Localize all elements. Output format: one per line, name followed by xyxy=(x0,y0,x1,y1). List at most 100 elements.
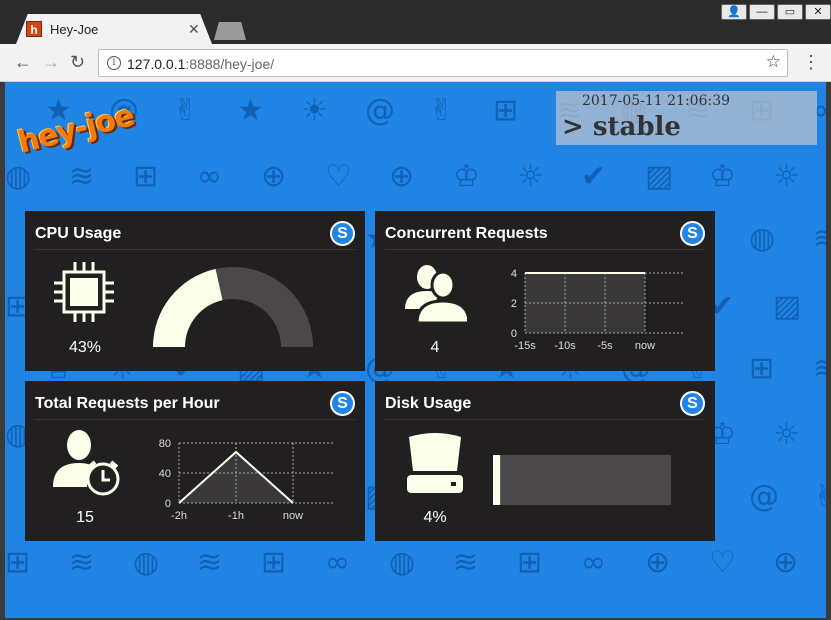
close-window-button[interactable]: ✕ xyxy=(805,4,831,20)
background-icon: @ xyxy=(365,93,395,128)
back-icon[interactable]: ← xyxy=(14,52,32,73)
background-icon: ♡ xyxy=(709,545,736,580)
background-icon: ≋ xyxy=(453,545,479,580)
browser-titlebar: h Hey-Joe ✕ 👤 — ▭ ✕ xyxy=(0,0,831,44)
gauge-value-arc xyxy=(153,268,223,347)
background-icon: ⊞ xyxy=(5,545,31,580)
status-text: > stable xyxy=(562,112,681,142)
concurrent-card: Concurrent Requests S 4 0 2 4 -15s -10s -5s no… xyxy=(375,211,715,371)
background-icon: ♔ xyxy=(709,159,736,194)
bookmark-star-icon[interactable]: ☆ xyxy=(766,52,781,72)
y-tick-label: 80 xyxy=(159,438,171,450)
disk-bar-fill xyxy=(493,455,501,505)
background-icon: ◍ xyxy=(133,545,160,580)
background-icon: ⊞ xyxy=(517,545,543,580)
background-icon: ▨ xyxy=(773,289,802,324)
background-icon: ∞ xyxy=(197,159,222,194)
x-tick-label: -15s xyxy=(514,340,536,352)
background-icon: ≋ xyxy=(69,545,95,580)
cpu-icon xyxy=(54,262,114,322)
address-bar[interactable]: i 127.0.0.1:8888/hey-joe/ ☆ xyxy=(98,49,788,77)
tab-close-icon[interactable]: ✕ xyxy=(188,21,200,38)
concurrent-value: 4 xyxy=(430,339,440,356)
favicon: h xyxy=(26,21,42,37)
x-tick-label: -2h xyxy=(171,510,187,522)
cpu-gauge xyxy=(153,267,313,347)
card-title: Concurrent Requests xyxy=(385,225,548,242)
browser-menu-icon[interactable]: ⋮ xyxy=(802,52,820,73)
minimize-button[interactable]: — xyxy=(749,4,775,20)
background-icon: ☼ xyxy=(517,159,544,194)
users-icon xyxy=(405,265,467,325)
x-tick-label: -10s xyxy=(554,340,576,352)
disk-icon xyxy=(407,433,463,493)
background-icon: ⊕ xyxy=(773,545,799,580)
divider xyxy=(385,249,705,250)
background-icon: ♔ xyxy=(453,159,480,194)
y-tick-label: 4 xyxy=(511,268,517,280)
divider xyxy=(35,419,355,420)
background-icon: ☀ xyxy=(301,93,328,128)
card-title: CPU Usage xyxy=(35,225,122,242)
background-icon: ⊞ xyxy=(133,159,159,194)
background-icon: ✌ xyxy=(813,479,826,514)
background-icon: ☼ xyxy=(773,417,800,452)
s-icon[interactable]: S xyxy=(330,221,355,246)
browser-toolbar: ← → ↻ i 127.0.0.1:8888/hey-joe/ ☆ ⋮ xyxy=(0,44,831,82)
tab-title[interactable]: Hey-Joe xyxy=(50,22,98,37)
y-tick-label: 2 xyxy=(511,298,517,310)
cpu-card: CPU Usage S 43% xyxy=(25,211,365,371)
background-icon: ✌ xyxy=(429,93,455,128)
total-requests-card: Total Requests per Hour S 15 0 40 80 -2h -1h… xyxy=(25,381,365,541)
background-icon: ◍ xyxy=(5,159,32,194)
x-tick-label: now xyxy=(635,340,655,352)
maximize-button[interactable]: ▭ xyxy=(777,4,803,20)
background-icon: ∞ xyxy=(581,545,606,580)
background-icon: ⊞ xyxy=(749,351,775,386)
s-icon[interactable]: S xyxy=(680,221,705,246)
total-requests-value: 15 xyxy=(76,509,94,526)
y-tick-label: 0 xyxy=(165,498,171,510)
background-icon: ⊕ xyxy=(389,159,415,194)
s-icon[interactable]: S xyxy=(680,391,705,416)
y-tick-label: 0 xyxy=(511,328,517,340)
x-tick-label: now xyxy=(283,510,303,522)
total-requests-chart: 0 40 80 -2h -1h now xyxy=(159,438,333,522)
background-icon: ⊕ xyxy=(261,159,287,194)
divider xyxy=(385,419,705,420)
new-tab-button[interactable] xyxy=(214,22,246,40)
forward-icon[interactable]: → xyxy=(42,52,60,73)
background-icon: ⊞ xyxy=(493,93,519,128)
background-icon: ⊞ xyxy=(261,545,287,580)
disk-card: Disk Usage S 4% xyxy=(375,381,715,541)
background-icon: ≋ xyxy=(813,221,826,256)
background-icon: ✌ xyxy=(173,93,199,128)
user-clock-icon xyxy=(53,430,120,496)
reload-icon[interactable]: ↻ xyxy=(70,52,85,73)
dashboard-page: ★@✌★☀@✌⊞≋◍≋⊞∞◍≋⊞∞⊕♡⊕♔☼✔▨♔☼✔▨★@✌★☀@✌⊞≋◍≋⊞… xyxy=(5,82,826,618)
x-tick-label: -5s xyxy=(597,340,613,352)
url-text[interactable]: 127.0.0.1:8888/hey-joe/ xyxy=(127,56,274,72)
background-icon: ✔ xyxy=(581,159,607,194)
background-icon: ∞ xyxy=(325,545,350,580)
s-icon[interactable]: S xyxy=(330,391,355,416)
browser-tab[interactable] xyxy=(16,14,212,44)
disk-value: 4% xyxy=(423,509,447,526)
background-icon: ≋ xyxy=(69,159,95,194)
background-icon: ◍ xyxy=(749,221,776,256)
background-icon: ⊕ xyxy=(645,545,671,580)
cpu-value: 43% xyxy=(68,339,102,356)
disk-bar-track xyxy=(493,455,671,505)
background-icon: ◍ xyxy=(389,545,416,580)
timestamp: 2017-05-11 21:06:39 xyxy=(581,93,731,109)
y-tick-label: 40 xyxy=(159,468,171,480)
card-title: Disk Usage xyxy=(385,395,472,412)
info-icon[interactable]: i xyxy=(107,56,121,70)
background-icon: ★ xyxy=(237,93,264,128)
background-icon: ≋ xyxy=(813,351,826,386)
profile-icon[interactable]: 👤 xyxy=(721,4,747,20)
background-icon: ☼ xyxy=(773,159,800,194)
background-icon: ▨ xyxy=(645,159,674,194)
x-tick-label: -1h xyxy=(228,510,244,522)
divider xyxy=(35,249,355,250)
